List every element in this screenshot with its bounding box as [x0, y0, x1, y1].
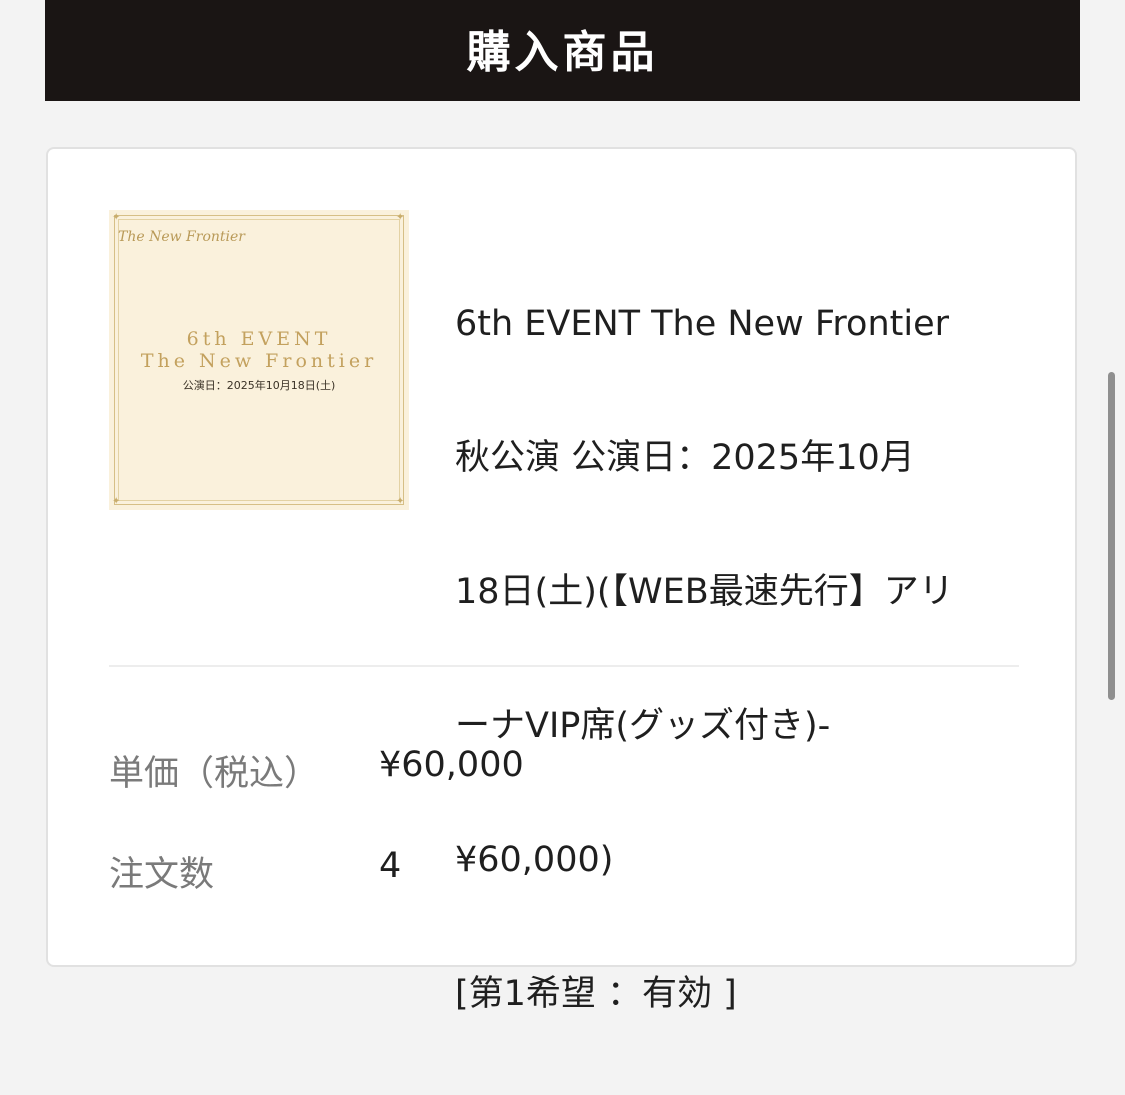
purchased-item-card: ✦ ✦ ✦ ✦ The New Frontier 6th EVENT The N… — [46, 147, 1077, 1014]
product-name-line: 6th EVENT The New Frontier — [455, 304, 950, 344]
thumbnail-event-title: The New Frontier — [140, 350, 378, 372]
product-name-line: 18日(土)(【WEB最速先行】アリ — [455, 572, 954, 612]
scrollbar[interactable] — [1105, 372, 1117, 700]
ornament-icon: ✦ — [396, 212, 405, 223]
scrollbar-thumb[interactable] — [1108, 372, 1115, 700]
product-name-line: ¥60,000) — [455, 840, 614, 880]
product-name: 6th EVENT The New Frontier 秋公演 公演日：2025年… — [455, 224, 1015, 1095]
thumbnail-event-number: 6th EVENT — [186, 328, 332, 350]
ornament-icon: ✦ — [112, 496, 121, 507]
section-header: 購入商品 — [45, 0, 1080, 101]
unit-price-value: ¥60,000 — [379, 745, 524, 785]
application-status: [第1希望 ：有効 ] — [455, 974, 737, 1014]
product-thumbnail: ✦ ✦ ✦ ✦ The New Frontier 6th EVENT The N… — [109, 210, 409, 510]
ornament-icon: ✦ — [396, 496, 405, 507]
quantity-label: 注文数 — [109, 855, 215, 895]
product-name-line: ーナVIP席(グッズ付き)- — [455, 706, 831, 746]
product-name-line: 秋公演 公演日：2025年10月 — [455, 438, 915, 478]
thumbnail-logo: The New Frontier — [118, 229, 245, 245]
quantity-value: 4 — [379, 846, 402, 886]
section-title: 購入商品 — [466, 26, 659, 78]
thumbnail-event-date: 公演日：2025年10月18日(土) — [182, 379, 336, 392]
ornament-icon: ✦ — [112, 212, 121, 223]
unit-price-label: 単価（税込） — [109, 754, 320, 794]
divider — [109, 665, 1019, 667]
